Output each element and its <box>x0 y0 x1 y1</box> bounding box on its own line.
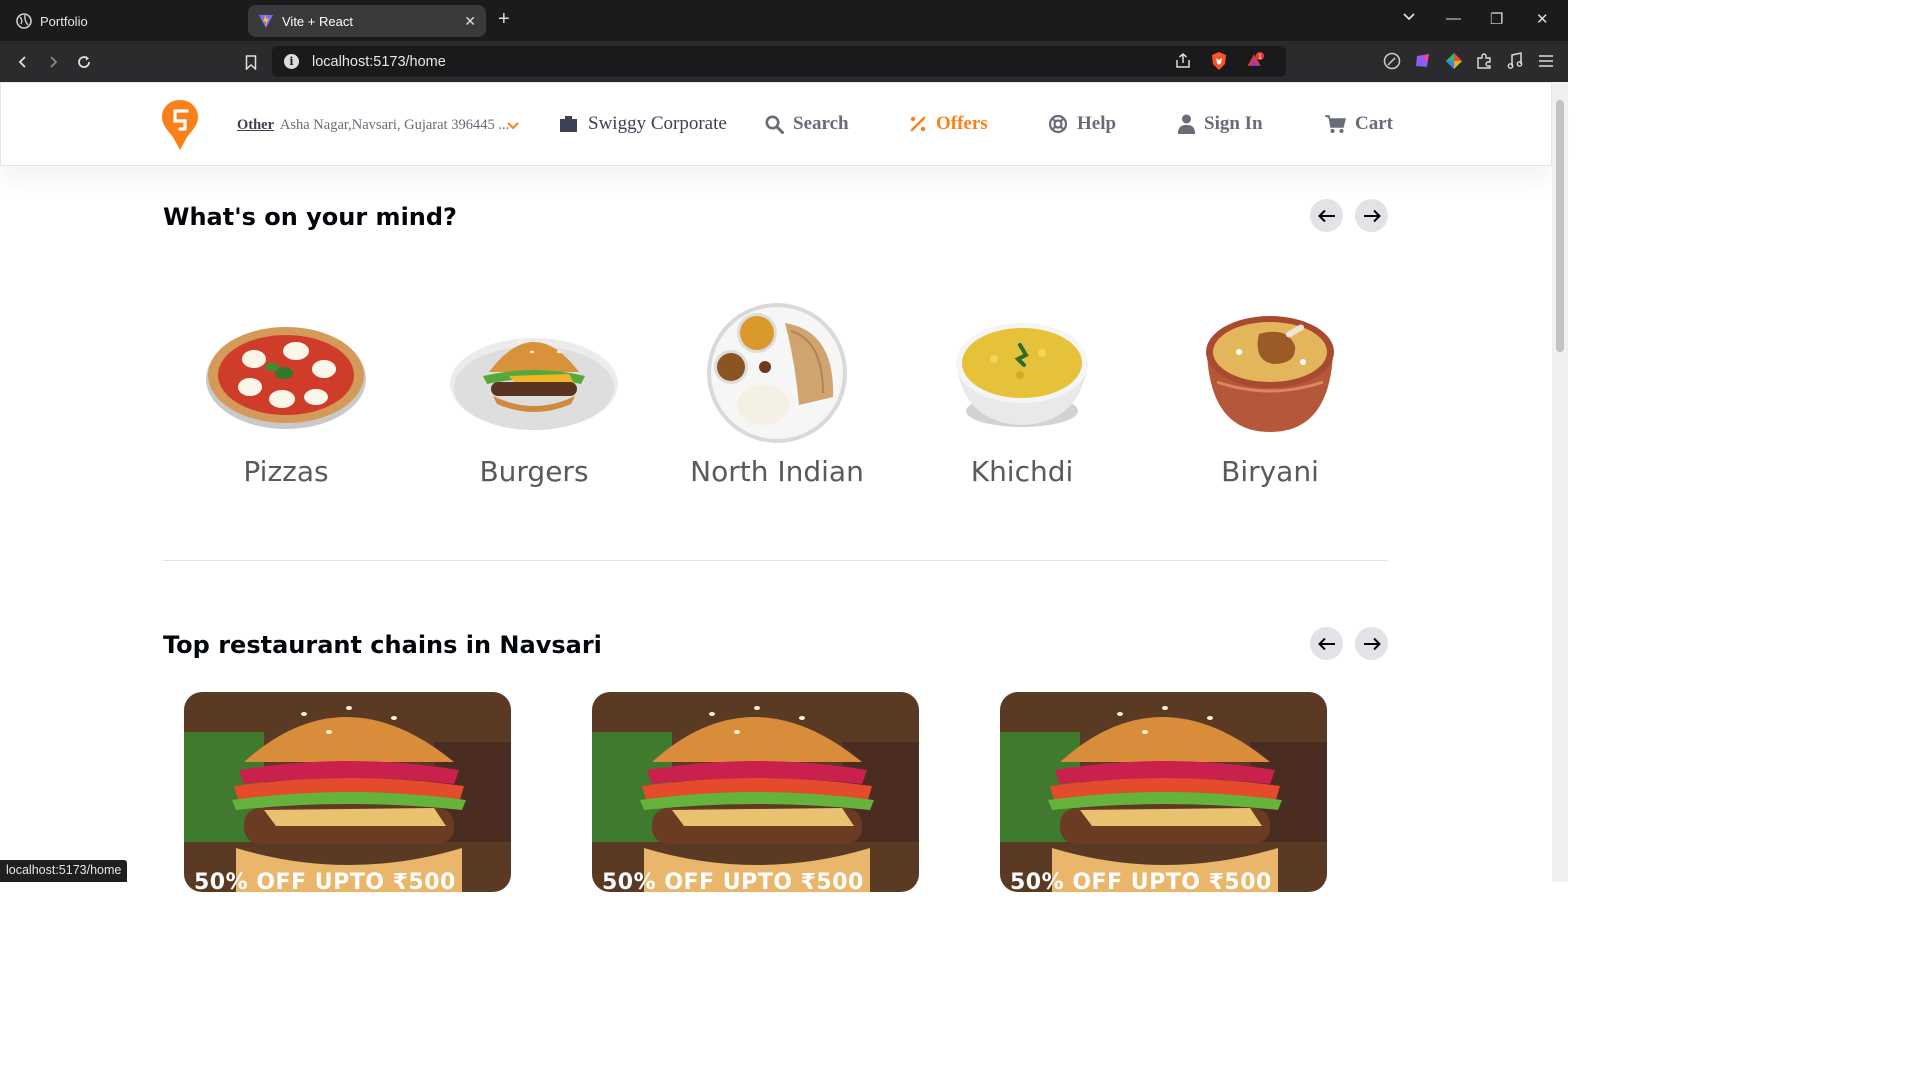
tab-portfolio[interactable]: Portfolio <box>8 5 244 37</box>
search-icon <box>765 115 784 134</box>
tab-vite-react[interactable]: Vite + React ✕ <box>248 5 486 37</box>
restaurant-card[interactable]: 50% OFF UPTO ₹500 <box>1000 692 1327 892</box>
extension-color-icon[interactable] <box>1445 52 1463 70</box>
biryani-image <box>1170 300 1370 445</box>
mind-section-title: What's on your mind? <box>163 203 457 231</box>
bookmark-icon[interactable] <box>240 51 262 73</box>
leo-icon[interactable] <box>1383 52 1401 70</box>
nav-label: Sign In <box>1204 113 1263 134</box>
tab-search-dropdown-icon[interactable] <box>1402 10 1416 28</box>
chains-section-title: Top restaurant chains in Navsari <box>163 631 602 659</box>
restaurant-burger-image <box>184 692 511 892</box>
category-biryani[interactable]: Biryani <box>1170 300 1370 488</box>
back-icon[interactable] <box>12 51 34 73</box>
arrow-right-icon <box>1363 637 1381 650</box>
user-icon <box>1178 114 1195 134</box>
arrow-right-icon <box>1363 209 1381 222</box>
menu-hamburger-icon[interactable] <box>1537 52 1555 70</box>
minimize-icon[interactable]: — <box>1446 10 1461 27</box>
extensions-puzzle-icon[interactable] <box>1475 52 1493 70</box>
category-khichdi[interactable]: Khichdi <box>922 300 1122 488</box>
thali-image <box>677 300 877 445</box>
tab-title: Portfolio <box>40 13 88 29</box>
section-divider <box>163 560 1388 561</box>
site-info-icon[interactable]: i <box>284 54 299 69</box>
location-selector[interactable]: Other Asha Nagar,Navsari, Gujarat 396445… <box>237 117 519 134</box>
lifebuoy-icon <box>1048 114 1068 134</box>
nav-label: Offers <box>936 113 988 134</box>
offer-text: 50% OFF UPTO ₹500 <box>1010 870 1272 892</box>
forward-icon[interactable] <box>42 51 64 73</box>
nav-sign-in[interactable]: Sign In <box>1178 113 1263 135</box>
nav-offers[interactable]: Offers <box>909 113 988 135</box>
nav-label: Swiggy Corporate <box>588 113 727 134</box>
pizza-image <box>186 300 386 445</box>
globe-icon <box>16 13 32 29</box>
offer-text: 50% OFF UPTO ₹500 <box>194 870 456 892</box>
location-address: Asha Nagar,Navsari, Gujarat 396445 ... <box>279 117 510 133</box>
category-label: Biryani <box>1221 455 1319 488</box>
khichdi-image <box>922 300 1122 445</box>
chevron-down-icon <box>507 119 519 136</box>
arrow-left-icon <box>1317 209 1335 222</box>
nav-cart[interactable]: Cart <box>1325 113 1393 135</box>
chains-prev-button[interactable] <box>1310 627 1343 660</box>
arrow-left-icon <box>1317 637 1335 650</box>
page-scrollbar[interactable] <box>1552 82 1568 882</box>
nav-label: Search <box>793 113 849 134</box>
media-music-icon[interactable] <box>1506 52 1524 70</box>
nav-swiggy-corporate[interactable]: Swiggy Corporate <box>558 113 727 135</box>
category-label: Burgers <box>479 455 589 488</box>
swiggy-logo[interactable] <box>161 99 199 156</box>
restaurant-burger-image <box>592 692 919 892</box>
brave-rewards-icon[interactable]: 1 <box>1246 51 1264 69</box>
status-bar-url: localhost:5173/home <box>0 860 128 882</box>
nav-label: Help <box>1077 113 1117 134</box>
mind-next-button[interactable] <box>1355 199 1388 232</box>
vite-icon <box>258 13 274 29</box>
rewards-badge-count: 1 <box>1258 52 1262 60</box>
new-tab-button[interactable]: + <box>498 8 510 31</box>
url-text: localhost:5173/home <box>312 54 446 70</box>
category-pizzas[interactable]: Pizzas <box>186 300 386 488</box>
mind-prev-button[interactable] <box>1310 199 1343 232</box>
briefcase-icon <box>558 115 579 133</box>
restaurant-card[interactable]: 50% OFF UPTO ₹500 <box>184 692 511 892</box>
nav-search[interactable]: Search <box>765 113 849 135</box>
scrollbar-thumb[interactable] <box>1556 100 1564 352</box>
chains-next-button[interactable] <box>1355 627 1388 660</box>
category-label: North Indian <box>690 455 864 488</box>
extension-purple-icon[interactable] <box>1414 52 1432 70</box>
close-window-icon[interactable]: ✕ <box>1536 10 1549 28</box>
close-tab-icon[interactable]: ✕ <box>464 13 476 30</box>
browser-tab-bar: Portfolio Vite + React ✕ + — ❐ ✕ <box>0 0 1568 41</box>
address-bar[interactable]: i localhost:5173/home 1 <box>272 46 1286 77</box>
category-label: Khichdi <box>970 455 1074 488</box>
reload-icon[interactable] <box>73 51 95 73</box>
restaurant-card[interactable]: 50% OFF UPTO ₹500 <box>592 692 919 892</box>
percent-icon <box>909 115 927 133</box>
cart-icon <box>1325 114 1346 134</box>
category-burgers[interactable]: Burgers <box>434 300 634 488</box>
restaurant-burger-image <box>1000 692 1327 892</box>
tab-title: Vite + React <box>282 13 353 29</box>
restore-icon[interactable]: ❐ <box>1490 10 1503 28</box>
nav-label: Cart <box>1355 113 1393 134</box>
brave-shield-icon[interactable] <box>1210 52 1228 70</box>
category-north-indian[interactable]: North Indian <box>677 300 877 488</box>
site-header: Other Asha Nagar,Navsari, Gujarat 396445… <box>0 82 1552 166</box>
location-type: Other <box>237 117 275 133</box>
burger-image <box>434 300 634 445</box>
category-label: Pizzas <box>243 455 329 488</box>
offer-text: 50% OFF UPTO ₹500 <box>602 870 864 892</box>
nav-help[interactable]: Help <box>1048 113 1116 135</box>
browser-toolbar: i localhost:5173/home 1 <box>0 41 1568 82</box>
share-icon[interactable] <box>1174 52 1192 70</box>
